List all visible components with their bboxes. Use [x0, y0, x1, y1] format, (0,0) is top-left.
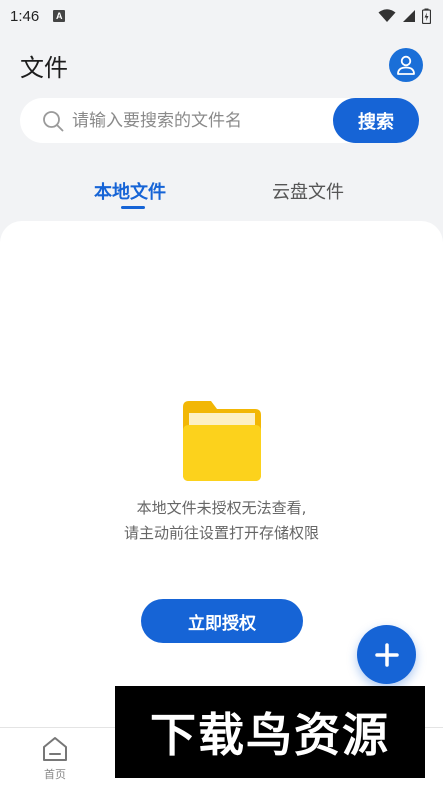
- authorize-button[interactable]: 立即授权: [141, 599, 303, 643]
- search-input[interactable]: [72, 110, 322, 131]
- nav-item-home[interactable]: 首页: [20, 736, 90, 782]
- app-header: 文件: [0, 40, 443, 90]
- file-tabs: 本地文件 云盘文件: [0, 168, 443, 214]
- status-bar: 1:46 A: [0, 0, 443, 32]
- active-tab-indicator: [121, 206, 145, 209]
- search-icon: [43, 110, 64, 131]
- cellular-icon: [403, 10, 415, 22]
- empty-state-line-1: 本地文件未授权无法查看,: [136, 499, 307, 517]
- watermark-text: 下载鸟资源: [150, 708, 390, 762]
- search-button[interactable]: 搜索: [333, 98, 419, 143]
- tab-cloud-files[interactable]: 云盘文件: [272, 178, 344, 204]
- battery-icon: [422, 8, 431, 24]
- nav-label-home: 首页: [44, 768, 66, 781]
- plus-icon: [374, 642, 399, 667]
- empty-state-line-2: 请主动前往设置打开存储权限: [123, 524, 319, 542]
- search-bar: 搜索: [20, 98, 419, 143]
- wifi-icon: [378, 9, 396, 22]
- page-title: 文件: [20, 53, 68, 82]
- home-icon: [43, 737, 67, 761]
- watermark-logo: 下载鸟资源: [115, 686, 425, 778]
- status-indicators: [378, 8, 431, 24]
- folder-icon: [183, 401, 261, 481]
- user-icon: [397, 55, 415, 75]
- profile-button[interactable]: [389, 48, 423, 82]
- notification-icon: A: [53, 10, 66, 22]
- status-time: 1:46: [10, 7, 40, 25]
- tab-local-files[interactable]: 本地文件: [94, 178, 166, 204]
- add-button[interactable]: [357, 625, 416, 684]
- empty-state-message: 本地文件未授权无法查看, 请主动前往设置打开存储权限: [0, 496, 443, 546]
